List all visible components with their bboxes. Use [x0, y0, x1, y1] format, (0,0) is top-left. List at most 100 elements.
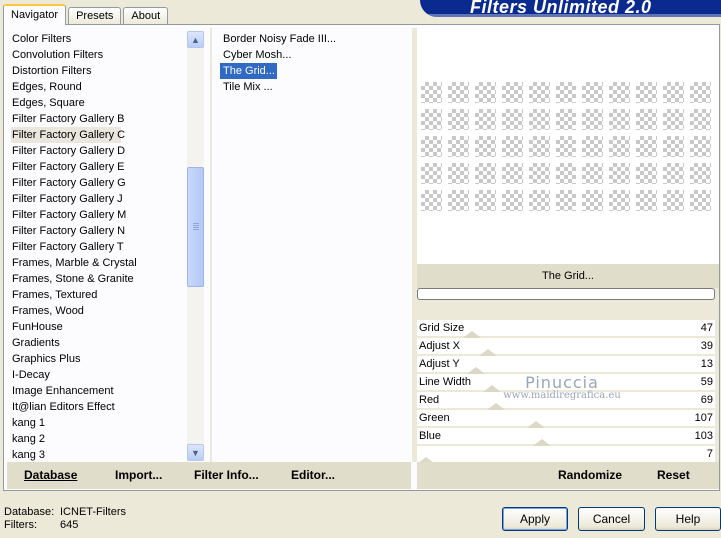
grid-cell — [636, 163, 658, 184]
grid-cell — [474, 136, 496, 157]
param-value: 39 — [700, 340, 713, 352]
grid-cell — [501, 190, 523, 211]
filter-list[interactable]: Border Noisy Fade III... Cyber Mosh... The… — [220, 31, 405, 95]
grid-cell — [474, 190, 496, 211]
grid-cell — [421, 109, 442, 130]
category-item[interactable]: Edges, Round — [11, 79, 187, 95]
param-name: Adjust Y — [419, 358, 460, 370]
status-info: Database: ICNET-Filters Filters: 645 — [4, 506, 126, 532]
editor-button[interactable]: Editor... — [291, 462, 335, 489]
import-button[interactable]: Import... — [115, 462, 162, 489]
slider-thumb[interactable] — [479, 349, 497, 356]
grid-cell — [690, 136, 711, 157]
current-filter-name: The Grid... — [417, 264, 719, 288]
filter-item[interactable]: Border Noisy Fade III... — [220, 31, 405, 47]
category-item[interactable]: Frames, Textured — [11, 287, 187, 303]
database-button[interactable]: Database — [24, 462, 77, 489]
category-item[interactable]: Color Filters — [11, 31, 187, 47]
param-slider[interactable]: Adjust Y 13 — [417, 356, 715, 374]
grid-cell — [528, 82, 550, 103]
grid-cell — [609, 109, 631, 130]
slider-thumb[interactable] — [487, 403, 505, 410]
param-slider[interactable]: Red 69 — [417, 392, 715, 410]
grid-preview-image — [417, 78, 715, 215]
tab-navigator[interactable]: Navigator — [3, 4, 67, 25]
grid-cell — [636, 82, 658, 103]
param-slider[interactable]: Green 107 — [417, 410, 715, 428]
grid-cell — [501, 109, 523, 130]
grid-cell — [636, 136, 658, 157]
category-item[interactable]: kang 1 — [11, 415, 187, 431]
grid-cell — [501, 136, 523, 157]
randomize-button[interactable]: Randomize — [558, 462, 622, 489]
category-item[interactable]: Distortion Filters — [11, 63, 187, 79]
category-item[interactable]: Filter Factory Gallery J — [11, 191, 187, 207]
category-scrollbar[interactable]: ▲ ▼ — [187, 31, 204, 461]
grid-cell — [528, 136, 550, 157]
category-item[interactable]: It@lian Editors Effect — [11, 399, 187, 415]
scroll-thumb[interactable] — [187, 167, 204, 287]
grid-cell — [474, 109, 496, 130]
grid-cell — [636, 109, 658, 130]
grid-cell — [690, 82, 711, 103]
apply-button[interactable]: Apply — [502, 507, 568, 531]
category-item[interactable]: Frames, Marble & Crystal — [11, 255, 187, 271]
grid-cell — [555, 190, 577, 211]
slider-thumb[interactable] — [467, 367, 485, 374]
param-value: 107 — [694, 412, 713, 424]
grid-cell — [528, 109, 550, 130]
param-slider[interactable]: Grid Size 47 — [417, 320, 715, 338]
grid-cell — [636, 190, 658, 211]
category-list[interactable]: Color Filters Convolution Filters Distorti… — [11, 31, 187, 463]
category-item[interactable]: kang 3 — [11, 447, 187, 463]
category-item[interactable]: Gradients — [11, 335, 187, 351]
category-item[interactable]: Graphics Plus — [11, 351, 187, 367]
filter-info-button[interactable]: Filter Info... — [194, 462, 259, 489]
tab-about[interactable]: About — [123, 7, 169, 25]
category-item[interactable]: Filter Factory Gallery T — [11, 239, 187, 255]
grid-cell — [528, 163, 550, 184]
filters-label: Filters: — [4, 519, 37, 531]
scroll-down-icon[interactable]: ▼ — [187, 444, 204, 461]
param-value: 69 — [700, 394, 713, 406]
help-button[interactable]: Help — [655, 507, 721, 531]
category-item[interactable]: Filter Factory Gallery G — [11, 175, 187, 191]
category-item[interactable]: Frames, Stone & Granite — [11, 271, 187, 287]
slider-thumb[interactable] — [527, 421, 545, 428]
category-item[interactable]: kang 2 — [11, 431, 187, 447]
param-slider[interactable]: Blue 103 — [417, 428, 715, 446]
reset-button[interactable]: Reset — [657, 462, 690, 489]
category-item[interactable]: Edges, Square — [11, 95, 187, 111]
category-item[interactable]: FunHouse — [11, 319, 187, 335]
category-item[interactable]: Filter Factory Gallery N — [11, 223, 187, 239]
grid-cell — [690, 109, 711, 130]
category-item[interactable]: Filter Factory Gallery E — [11, 159, 187, 175]
category-item[interactable]: Filter Factory Gallery M — [11, 207, 187, 223]
filter-item[interactable]: Tile Mix ... — [220, 79, 405, 95]
grid-cell — [609, 163, 631, 184]
category-item[interactable]: Filter Factory Gallery C — [11, 127, 125, 143]
category-item[interactable]: Image Enhancement — [11, 383, 187, 399]
grid-cell — [421, 82, 442, 103]
param-slider[interactable]: Line Width 59 — [417, 374, 715, 392]
grid-cell — [555, 136, 577, 157]
param-value: 47 — [700, 322, 713, 334]
slider-thumb[interactable] — [533, 439, 551, 446]
category-item[interactable]: Filter Factory Gallery D — [11, 143, 187, 159]
param-slider[interactable]: Adjust X 39 — [417, 338, 715, 356]
category-item[interactable]: Filter Factory Gallery B — [11, 111, 187, 127]
cancel-button[interactable]: Cancel — [578, 507, 645, 531]
param-name: Red — [419, 394, 440, 406]
category-item[interactable]: I-Decay — [11, 367, 187, 383]
category-item[interactable]: Frames, Wood — [11, 303, 187, 319]
slider-thumb[interactable] — [463, 331, 481, 338]
navigator-toolbar: Database Import... Filter Info... Editor… — [7, 462, 411, 489]
tab-presets[interactable]: Presets — [68, 7, 122, 25]
category-item[interactable]: Convolution Filters — [11, 47, 187, 63]
slider-thumb[interactable] — [483, 385, 501, 392]
grid-cell — [663, 190, 685, 211]
filter-item[interactable]: Cyber Mosh... — [220, 47, 405, 63]
scroll-up-icon[interactable]: ▲ — [187, 31, 204, 48]
grid-cell — [663, 136, 685, 157]
filter-item[interactable]: The Grid... — [220, 63, 277, 79]
